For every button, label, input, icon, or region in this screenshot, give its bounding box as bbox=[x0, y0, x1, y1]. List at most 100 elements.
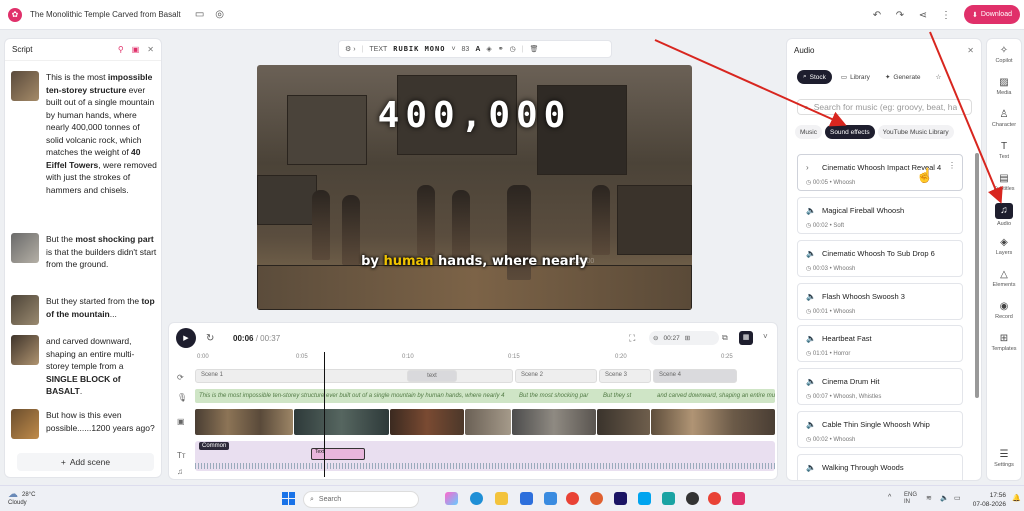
speaker-icon[interactable]: 🔈 bbox=[806, 463, 816, 472]
scene-block[interactable]: Scene 3 bbox=[599, 369, 651, 383]
speaker-icon[interactable]: 🔈 bbox=[806, 334, 816, 343]
rail-record[interactable]: ◉ Record bbox=[987, 301, 1021, 320]
text-chip[interactable]: text bbox=[407, 370, 457, 382]
clock-icon[interactable]: ◷ bbox=[510, 45, 516, 53]
redo-icon[interactable]: ↷ bbox=[893, 8, 907, 22]
tab-favorites[interactable]: ☆ bbox=[930, 70, 948, 84]
aspect-ratio-icon[interactable]: ▭ bbox=[193, 8, 207, 22]
outlook-icon[interactable] bbox=[520, 492, 533, 505]
speaker-icon[interactable]: 🔈 bbox=[806, 420, 816, 429]
audio-track-item[interactable]: › Cinematic Whoosh Impact Reveal 4 ⋮ ◷ 0… bbox=[797, 154, 963, 191]
settings-icon[interactable]: ⚙ › bbox=[345, 45, 356, 53]
chrome-icon[interactable] bbox=[566, 492, 579, 505]
video-preview[interactable]: 400,000 by human hands, where nearly 400… bbox=[257, 65, 692, 310]
zoom-in-icon[interactable]: ⊞ bbox=[685, 334, 690, 342]
app-logo-icon[interactable]: ✿ bbox=[8, 7, 22, 22]
tab-library[interactable]: ▭ Library bbox=[835, 70, 876, 84]
delete-icon[interactable]: 🗑 bbox=[530, 45, 539, 53]
firefox-icon[interactable] bbox=[590, 492, 603, 505]
tab-stock[interactable]: ⌕ Stock bbox=[797, 70, 832, 84]
font-size-input[interactable]: 83 bbox=[462, 46, 470, 53]
chrome-profile-icon[interactable] bbox=[708, 492, 721, 505]
audio-track-item[interactable]: 🔈 Cinematic Whoosh To Sub Drop 6 ◷ 00:03… bbox=[797, 240, 963, 277]
add-scene-button[interactable]: + Add scene bbox=[17, 453, 154, 471]
close-icon[interactable]: ✕ bbox=[967, 46, 974, 55]
media-track[interactable] bbox=[195, 409, 775, 435]
audio-track-item[interactable]: 🔈 Magical Fireball Whoosh ◷ 00:02 • Soft bbox=[797, 197, 963, 234]
media-clip[interactable] bbox=[293, 409, 390, 435]
image-icon[interactable]: ▣ bbox=[132, 45, 140, 54]
scene-text[interactable]: But how is this even possible......1200 … bbox=[46, 409, 157, 439]
time-ruler[interactable]: 0:00 0:05 0:10 0:15 0:20 0:25 bbox=[197, 354, 772, 364]
scene-text[interactable]: But the most shocking part is that the b… bbox=[46, 233, 157, 271]
copilot-app-icon[interactable] bbox=[445, 492, 458, 505]
notification-icon[interactable]: 🔔 bbox=[1012, 494, 1021, 502]
media-clip[interactable] bbox=[651, 409, 775, 435]
zoom-control[interactable]: ⊖ 00:27 ⊞ bbox=[649, 331, 719, 345]
scene-block[interactable]: Scene 1 bbox=[195, 369, 513, 383]
script-text-track[interactable]: This is the most impossible ten-storey s… bbox=[195, 389, 775, 403]
chevron-right-icon[interactable]: › bbox=[806, 163, 809, 172]
playhead[interactable] bbox=[324, 352, 325, 477]
fill-bucket-icon[interactable]: ◈ bbox=[486, 45, 491, 53]
rail-audio[interactable]: ♫ Audio bbox=[987, 203, 1021, 227]
overlay-number[interactable]: 400,000 bbox=[257, 95, 692, 136]
loop-icon[interactable]: ↻ bbox=[206, 333, 214, 344]
rail-layers[interactable]: ◈ Layers bbox=[987, 237, 1021, 256]
tab-generate[interactable]: ✦ Generate bbox=[879, 70, 927, 84]
code-icon[interactable] bbox=[662, 492, 675, 505]
script-scene-2[interactable]: But the most shocking part is that the b… bbox=[11, 233, 157, 271]
rail-settings[interactable]: ☰ Settings bbox=[987, 449, 1021, 468]
scene-block[interactable]: Scene 2 bbox=[515, 369, 597, 383]
media-clip[interactable] bbox=[390, 409, 465, 435]
fullscreen-icon[interactable]: ⛶ bbox=[629, 333, 635, 344]
scene-text[interactable]: and carved downward, shaping an entire m… bbox=[46, 335, 157, 398]
wifi-icon[interactable]: ≋ bbox=[926, 494, 932, 502]
script-scene-4[interactable]: and carved downward, shaping an entire m… bbox=[11, 335, 157, 398]
chevron-down-icon[interactable]: ˅ bbox=[451, 46, 455, 53]
overlay-track[interactable]: Common Text bbox=[195, 441, 775, 471]
scene-block[interactable]: Scene 4 bbox=[653, 369, 737, 383]
speaker-icon[interactable]: 🔈 bbox=[806, 249, 816, 258]
split-icon[interactable]: ⧉ bbox=[722, 333, 728, 343]
language-indicator[interactable]: ENG IN bbox=[904, 492, 917, 506]
scene-text[interactable]: This is the most impossible ten-storey s… bbox=[46, 71, 157, 196]
download-button[interactable]: ⬇ Download bbox=[964, 5, 1020, 24]
start-icon[interactable] bbox=[282, 492, 295, 505]
undo-icon[interactable]: ↶ bbox=[870, 8, 884, 22]
rail-character[interactable]: ♙ Character bbox=[987, 109, 1021, 128]
rail-elements[interactable]: △ Elements bbox=[987, 269, 1021, 288]
system-clock[interactable]: 17:56 07-08-2026 bbox=[956, 491, 1006, 509]
rail-subtitles[interactable]: ▤ Subtitles bbox=[987, 173, 1021, 192]
media-clip[interactable] bbox=[596, 409, 651, 435]
zoom-out-icon[interactable]: ⊖ bbox=[653, 334, 658, 342]
store-icon[interactable] bbox=[544, 492, 557, 505]
rail-text[interactable]: T Text bbox=[987, 141, 1021, 160]
project-title[interactable]: The Monolithic Temple Carved from Basalt bbox=[30, 10, 181, 19]
font-selector[interactable]: RUBIK MONO bbox=[393, 45, 445, 53]
media-clip[interactable] bbox=[511, 409, 596, 435]
taskbar-search[interactable]: ⌕ Search bbox=[303, 491, 419, 508]
media-clip[interactable] bbox=[465, 409, 511, 435]
link-icon[interactable]: ⚭ bbox=[498, 45, 504, 53]
chip-youtube-music-library[interactable]: YouTube Music Library bbox=[877, 125, 954, 139]
script-scene-5[interactable]: But how is this even possible......1200 … bbox=[11, 409, 157, 439]
rail-copilot[interactable]: ✧ Copilot bbox=[987, 45, 1021, 64]
share-icon[interactable]: ⋖ bbox=[916, 8, 930, 22]
rail-media[interactable]: ▨ Media bbox=[987, 77, 1021, 96]
font-color-icon[interactable]: A bbox=[475, 46, 480, 53]
editor-app-icon[interactable] bbox=[732, 492, 745, 505]
script-scene-1[interactable]: This is the most impossible ten-storey s… bbox=[11, 71, 157, 196]
more-icon[interactable]: ⋮ bbox=[948, 161, 956, 170]
pin-icon[interactable]: ⚲ bbox=[118, 45, 124, 54]
file-explorer-icon[interactable] bbox=[495, 492, 508, 505]
collapse-icon[interactable]: ˅ bbox=[763, 332, 768, 341]
speaker-icon[interactable]: 🔈 bbox=[806, 206, 816, 215]
audio-track-item[interactable]: 🔈 Cable Thin Single Whoosh Whip ◷ 00:02 … bbox=[797, 411, 963, 448]
tray-overflow-icon[interactable]: ^ bbox=[888, 494, 891, 501]
weather-widget[interactable]: ☁ 28°C Cloudy bbox=[8, 490, 35, 507]
rail-templates[interactable]: ⊞ Templates bbox=[987, 333, 1021, 352]
audio-waveform[interactable] bbox=[195, 463, 775, 469]
play-button[interactable]: ▶ bbox=[176, 328, 196, 348]
edge-icon[interactable] bbox=[470, 492, 483, 505]
